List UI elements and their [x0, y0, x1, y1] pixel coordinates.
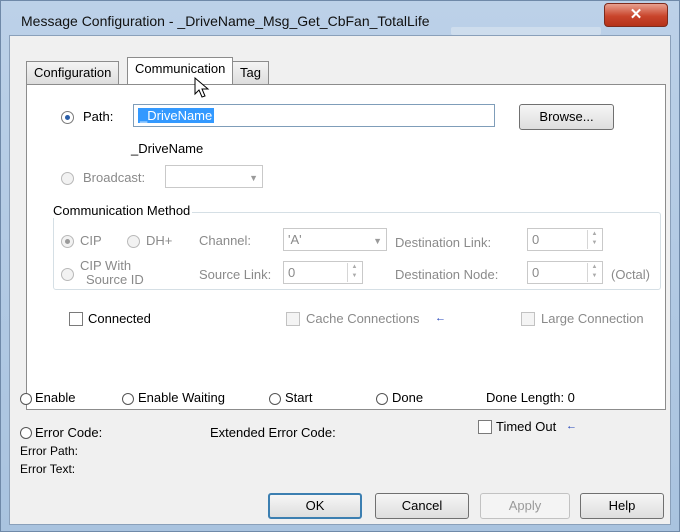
broadcast-label: Broadcast: — [83, 170, 146, 185]
source-link-field[interactable]: 0 ▲ ▼ — [283, 261, 363, 284]
error-code-label: Error Code: — [35, 425, 103, 440]
cancel-button[interactable]: Cancel — [375, 493, 469, 519]
message-configuration-window: Message Configuration - _DriveName_Msg_G… — [0, 0, 680, 532]
cip-source-id-label-line1: CIP With — [80, 258, 132, 273]
destination-link-value: 0 — [532, 232, 540, 247]
communication-tab-panel: Path: _DriveName Browse... _DriveName Br… — [26, 84, 666, 410]
arrow-left-icon: ← — [435, 312, 446, 324]
dhplus-label: DH+ — [146, 233, 173, 248]
large-connection-label: Large Connection — [541, 311, 644, 326]
start-indicator — [269, 393, 281, 405]
timed-out-checkbox[interactable] — [478, 420, 492, 434]
tab-tag[interactable]: Tag — [232, 61, 269, 85]
mouse-cursor-icon — [194, 77, 210, 98]
enable-indicator — [20, 393, 32, 405]
destination-node-label: Destination Node: — [395, 267, 499, 282]
enable-waiting-indicator — [122, 393, 134, 405]
error-code-indicator — [20, 427, 32, 439]
chevron-down-icon: ▼ — [373, 236, 382, 246]
destination-link-label: Destination Link: — [395, 235, 492, 250]
destination-node-field[interactable]: 0 ▲ ▼ — [527, 261, 603, 284]
broadcast-select[interactable]: ▼ — [165, 165, 263, 188]
cip-source-id-label-line2: Source ID — [86, 272, 144, 287]
channel-select[interactable]: 'A' ▼ — [283, 228, 387, 251]
done-indicator — [376, 393, 388, 405]
source-link-label: Source Link: — [199, 267, 272, 282]
cache-connections-label: Cache Connections — [306, 311, 420, 326]
channel-select-value: 'A' — [288, 232, 302, 247]
error-path-label: Error Path: — [20, 444, 79, 458]
destination-link-spinner[interactable]: ▲ ▼ — [587, 230, 601, 249]
cip-label: CIP — [80, 233, 102, 248]
error-text-label: Error Text: — [20, 462, 76, 476]
extended-error-code-label: Extended Error Code: — [210, 425, 336, 440]
enable-label: Enable — [35, 390, 76, 405]
start-label: Start — [285, 390, 313, 405]
path-input[interactable]: _DriveName — [133, 104, 495, 127]
path-input-value: _DriveName — [138, 108, 215, 123]
source-link-spinner[interactable]: ▲ ▼ — [347, 263, 361, 282]
connected-checkbox[interactable] — [69, 312, 83, 326]
ok-button[interactable]: OK — [268, 493, 362, 519]
title-obscured-region — [451, 27, 601, 35]
connected-label: Connected — [88, 311, 151, 326]
channel-label: Channel: — [199, 233, 252, 248]
timed-out-label: Timed Out — [496, 419, 557, 434]
close-button[interactable]: ✕ — [604, 3, 668, 27]
enable-waiting-label: Enable Waiting — [138, 390, 225, 405]
communication-method-label: Communication Method — [51, 203, 193, 218]
octal-label: (Octal) — [611, 267, 650, 282]
chevron-down-icon: ▼ — [249, 173, 258, 183]
path-radio[interactable] — [61, 111, 74, 124]
path-label: Path: — [83, 109, 114, 124]
destination-link-field[interactable]: 0 ▲ ▼ — [527, 228, 603, 251]
tab-configuration[interactable]: Configuration — [26, 61, 120, 85]
dialog-client-area: Configuration Communication Tag Path: _D… — [9, 35, 671, 525]
large-connection-checkbox[interactable] — [521, 312, 535, 326]
browse-button[interactable]: Browse... — [519, 104, 614, 130]
apply-button[interactable]: Apply — [480, 493, 570, 519]
destination-node-spinner[interactable]: ▲ ▼ — [587, 263, 601, 282]
cip-source-id-radio[interactable] — [61, 268, 74, 281]
help-button[interactable]: Help — [580, 493, 664, 519]
cip-radio[interactable] — [61, 235, 74, 248]
window-title: Message Configuration - _DriveName_Msg_G… — [21, 13, 430, 29]
title-bar[interactable]: Message Configuration - _DriveName_Msg_G… — [1, 1, 679, 35]
source-link-value: 0 — [288, 265, 296, 280]
arrow-left-icon: ← — [566, 420, 577, 432]
dhplus-radio[interactable] — [127, 235, 140, 248]
tab-communication[interactable]: Communication — [127, 57, 234, 84]
done-label: Done — [392, 390, 424, 405]
broadcast-radio[interactable] — [61, 172, 74, 185]
cip-source-id-label: CIP With Source ID — [80, 259, 144, 287]
done-length-label: Done Length: 0 — [486, 390, 575, 405]
path-resolved-text: _DriveName — [131, 141, 204, 156]
destination-node-value: 0 — [532, 265, 540, 280]
cache-connections-checkbox[interactable] — [286, 312, 300, 326]
